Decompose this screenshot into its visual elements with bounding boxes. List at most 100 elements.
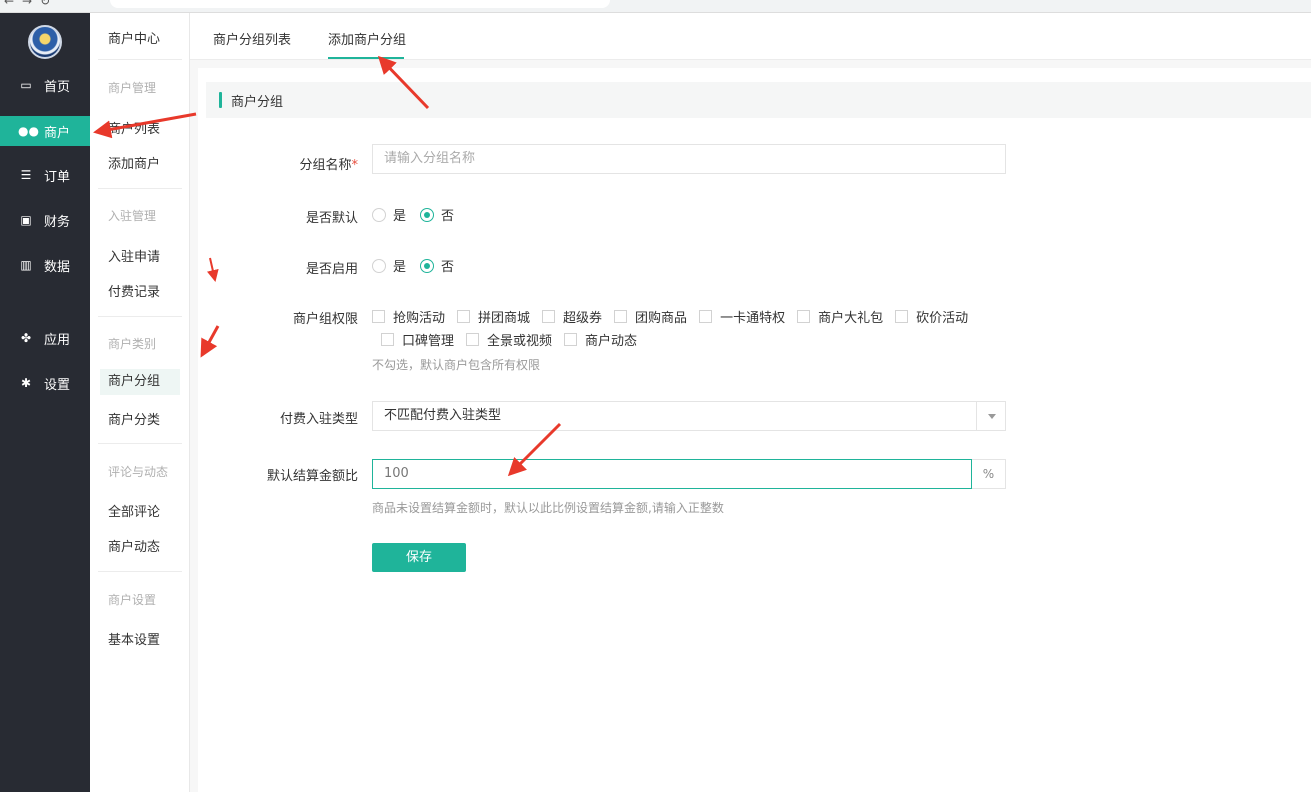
is-enabled-no[interactable]: 否 xyxy=(420,256,454,275)
content-area: 商户分组 分组名称* 请输入分组名称 是否默认 是 否 是否启用 是 否 商户组… xyxy=(190,60,1311,792)
permissions-label: 商户组权限 xyxy=(292,312,358,327)
nav-label: 订单 xyxy=(44,169,71,185)
submenu-item-merchant-category[interactable]: 商户分类 xyxy=(108,409,160,428)
main-sidebar: ▭ 首页 ●● 商户 ☰ 订单 ▣ 财务 ▥ 数据 ✤ 应用 ✱ 设置 xyxy=(0,13,90,792)
radio-yes[interactable] xyxy=(372,207,386,222)
divider xyxy=(98,188,182,189)
perm-flash-sale[interactable]: 抢购活动 xyxy=(372,307,445,326)
address-bar[interactable] xyxy=(110,0,610,8)
checkbox[interactable] xyxy=(895,310,909,323)
perm-merchant-feed[interactable]: 商户动态 xyxy=(564,330,637,349)
submenu-item-merchant-group[interactable]: 商户分组 xyxy=(100,369,180,395)
perm-gift-pack[interactable]: 商户大礼包 xyxy=(797,307,883,326)
divider xyxy=(98,443,182,444)
percent-addon: % xyxy=(972,459,1006,489)
submenu-group-header: 入驻管理 xyxy=(108,209,157,223)
radio-no-checked[interactable] xyxy=(420,258,435,273)
checkbox-label: 超级券 xyxy=(563,311,603,326)
group-name-input[interactable]: 请输入分组名称 xyxy=(372,144,1006,174)
radio-yes-label: 是 xyxy=(393,209,407,224)
is-enabled-yes[interactable]: 是 xyxy=(372,256,406,275)
is-default-no[interactable]: 否 xyxy=(420,205,454,224)
sub-sidebar: 商户中心 商户管理 商户列表 添加商户 入驻管理 入驻申请 付费记录 商户类别 … xyxy=(90,13,190,792)
monitor-icon: ▭ xyxy=(20,78,32,92)
submenu-group-header: 商户管理 xyxy=(108,81,157,95)
nav-item-apps[interactable]: ✤ 应用 xyxy=(0,323,90,353)
submenu-item-basic-settings[interactable]: 基本设置 xyxy=(108,629,160,648)
perm-panorama-video[interactable]: 全景或视频 xyxy=(466,330,552,349)
checkbox-label: 一卡通特权 xyxy=(720,311,786,326)
checkbox[interactable] xyxy=(614,310,628,323)
nav-item-orders[interactable]: ☰ 订单 xyxy=(0,160,90,190)
nav-label: 应用 xyxy=(44,332,71,348)
submenu-item-merchant-feed[interactable]: 商户动态 xyxy=(108,536,160,555)
perm-reputation[interactable]: 口碑管理 xyxy=(381,330,454,349)
submenu-item-all-comments[interactable]: 全部评论 xyxy=(108,501,160,520)
checkbox-label: 砍价活动 xyxy=(916,311,969,326)
radio-no-checked[interactable] xyxy=(420,207,435,222)
save-button[interactable]: 保存 xyxy=(372,543,466,572)
nav-item-merchant[interactable]: ●● 商户 xyxy=(0,116,90,146)
tab-group-list[interactable]: 商户分组列表 xyxy=(213,29,291,48)
list-icon: ☰ xyxy=(20,168,32,182)
is-enabled-label: 是否启用 xyxy=(305,262,358,277)
permissions-row-1: 抢购活动 拼团商城 超级券 团购商品 一卡通特权 商户大礼包 砍价活动 xyxy=(372,307,980,326)
perm-super-coupon[interactable]: 超级券 xyxy=(542,307,602,326)
submenu-item-applications[interactable]: 入驻申请 xyxy=(108,246,160,265)
checkbox[interactable] xyxy=(542,310,556,323)
checkbox[interactable] xyxy=(699,310,713,323)
chevron-down-icon[interactable] xyxy=(976,401,1006,431)
checkbox[interactable] xyxy=(457,310,471,323)
is-default-yes[interactable]: 是 xyxy=(372,205,406,224)
nav-item-data[interactable]: ▥ 数据 xyxy=(0,250,90,280)
nav-label: 商户 xyxy=(44,125,71,141)
settle-ratio-label: 默认结算金额比 xyxy=(266,469,358,484)
checkbox[interactable] xyxy=(372,310,385,323)
paid-type-select[interactable]: 不匹配付费入驻类型 xyxy=(372,401,1006,431)
nav-item-finance[interactable]: ▣ 财务 xyxy=(0,205,90,235)
radio-yes-label: 是 xyxy=(393,260,407,275)
nav-item-home[interactable]: ▭ 首页 xyxy=(0,70,90,100)
divider xyxy=(98,59,182,60)
settle-ratio-input[interactable]: 100 xyxy=(372,459,972,489)
required-mark: * xyxy=(351,158,359,173)
permissions-row-2: 口碑管理 全景或视频 商户动态 xyxy=(381,330,649,349)
submenu-item-add-merchant[interactable]: 添加商户 xyxy=(108,153,160,172)
checkbox[interactable] xyxy=(797,310,811,323)
is-default-label: 是否默认 xyxy=(305,211,358,226)
is-enabled-radio-group: 是 否 xyxy=(372,256,468,275)
is-default-radio-group: 是 否 xyxy=(372,205,468,224)
radio-yes[interactable] xyxy=(372,258,386,273)
checkbox-label: 商户大礼包 xyxy=(818,311,884,326)
perm-group-buy-mall[interactable]: 拼团商城 xyxy=(457,307,530,326)
checkbox[interactable] xyxy=(381,333,394,346)
submenu-title: 商户中心 xyxy=(108,32,161,47)
submenu-group-header: 商户设置 xyxy=(108,593,157,607)
checkbox-label: 全景或视频 xyxy=(487,334,553,349)
radio-no-label: 否 xyxy=(441,260,455,275)
nav-item-settings[interactable]: ✱ 设置 xyxy=(0,368,90,398)
group-name-label: 分组名称* xyxy=(198,154,358,173)
perm-card-privilege[interactable]: 一卡通特权 xyxy=(699,307,785,326)
nav-label: 财务 xyxy=(44,214,71,230)
checkbox-label: 商户动态 xyxy=(585,334,638,349)
money-icon: ▣ xyxy=(20,213,32,227)
radio-no-label: 否 xyxy=(441,209,455,224)
users-icon: ●● xyxy=(18,124,39,138)
submenu-item-payment-records[interactable]: 付费记录 xyxy=(108,281,160,300)
submenu-item-merchant-list[interactable]: 商户列表 xyxy=(108,118,160,137)
checkbox[interactable] xyxy=(564,333,578,346)
checkbox-label: 抢购活动 xyxy=(393,311,446,326)
browser-nav-icons[interactable]: ←→↻ xyxy=(4,0,58,8)
checkbox[interactable] xyxy=(466,333,480,346)
divider xyxy=(98,316,182,317)
perm-bargain[interactable]: 砍价活动 xyxy=(895,307,968,326)
tab-add-group[interactable]: 添加商户分组 xyxy=(328,29,406,48)
app-logo xyxy=(28,25,62,59)
form-panel: 商户分组 分组名称* 请输入分组名称 是否默认 是 否 是否启用 是 否 商户组… xyxy=(198,68,1311,792)
settle-ratio-hint: 商品未设置结算金额时，默认以此比例设置结算金额,请输入正整数 xyxy=(372,501,724,515)
chart-icon: ▥ xyxy=(20,258,32,272)
perm-group-goods[interactable]: 团购商品 xyxy=(614,307,687,326)
nav-label: 数据 xyxy=(44,259,71,275)
section-accent-bar xyxy=(219,92,222,108)
